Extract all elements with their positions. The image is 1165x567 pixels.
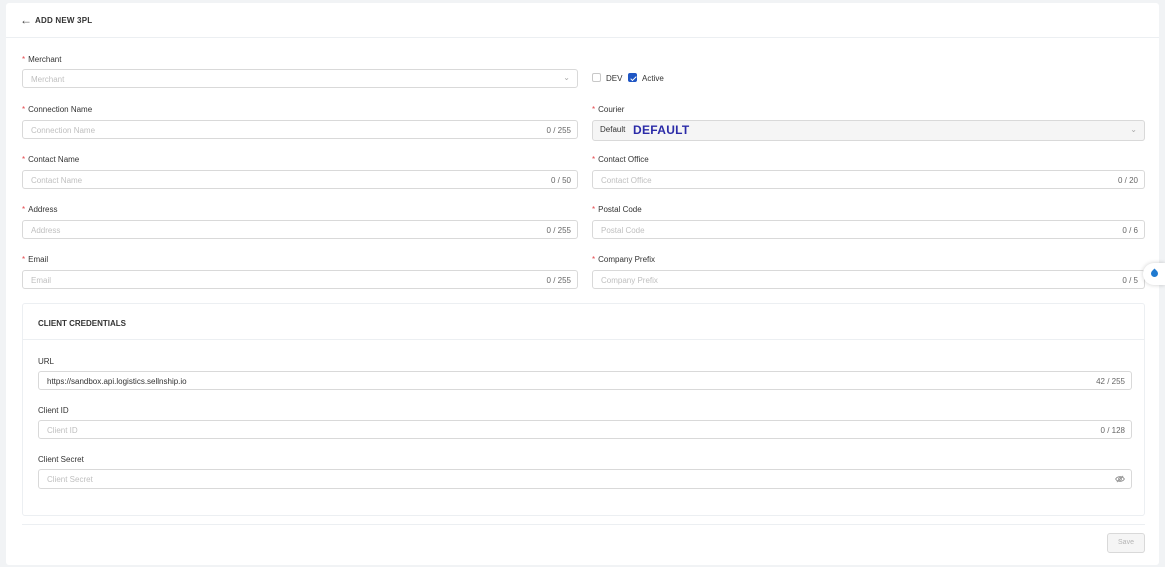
contact-name-label: * Contact Name: [22, 155, 80, 164]
courier-label: * Courier: [592, 105, 625, 114]
url-input[interactable]: https://sandbox.api.logistics.sellnship.…: [38, 371, 1132, 390]
company-prefix-input[interactable]: Company Prefix 0 / 5: [592, 270, 1145, 289]
courier-select[interactable]: Default DEFAULT ⌄: [592, 120, 1145, 141]
address-input[interactable]: Address 0 / 255: [22, 220, 578, 239]
add-3pl-card: ← ADD NEW 3PL * Merchant Merchant ⌄ DEV A…: [6, 3, 1159, 565]
postal-code-counter: 0 / 6: [1122, 226, 1138, 235]
client-credentials-section: CLIENT CREDENTIALS URL https://sandbox.a…: [22, 303, 1145, 516]
company-prefix-label: * Company Prefix: [592, 255, 656, 264]
connection-name-label: * Connection Name: [22, 105, 93, 114]
postal-code-label: * Postal Code: [592, 205, 642, 214]
merchant-label: * Merchant: [22, 55, 62, 64]
eye-invisible-icon[interactable]: [1115, 474, 1125, 484]
url-label: URL: [38, 357, 55, 366]
save-button[interactable]: Save: [1107, 533, 1145, 553]
floating-assistant-button[interactable]: [1143, 263, 1165, 285]
dev-checkbox[interactable]: [592, 73, 601, 82]
connection-name-counter: 0 / 255: [546, 126, 571, 135]
client-credentials-header: CLIENT CREDENTIALS: [23, 304, 1144, 340]
company-prefix-counter: 0 / 5: [1122, 276, 1138, 285]
postal-code-input[interactable]: Postal Code 0 / 6: [592, 220, 1145, 239]
contact-office-counter: 0 / 20: [1117, 176, 1138, 185]
contact-office-input[interactable]: Contact Office 0 / 20: [592, 170, 1145, 189]
chevron-down-icon: ⌄: [563, 73, 570, 82]
contact-name-input[interactable]: Contact Name 0 / 50: [22, 170, 578, 189]
email-label: * Email: [22, 255, 49, 264]
email-counter: 0 / 255: [546, 276, 571, 285]
active-checkbox-label: Active: [642, 74, 664, 83]
contact-name-counter: 0 / 50: [550, 176, 571, 185]
url-value: https://sandbox.api.logistics.sellnship.…: [47, 377, 187, 386]
dev-checkbox-label: DEV: [606, 74, 623, 83]
address-counter: 0 / 255: [546, 226, 571, 235]
client-id-input[interactable]: Client ID 0 / 128: [38, 420, 1132, 439]
courier-value-code: DEFAULT: [633, 123, 690, 137]
client-credentials-title: CLIENT CREDENTIALS: [38, 319, 126, 328]
page-header: ← ADD NEW 3PL: [6, 3, 1159, 38]
client-id-label: Client ID: [38, 406, 69, 415]
footer-divider: [22, 524, 1145, 525]
page-title: ADD NEW 3PL: [35, 16, 93, 25]
email-input[interactable]: Email 0 / 255: [22, 270, 578, 289]
merchant-select[interactable]: Merchant ⌄: [22, 69, 578, 88]
droplet-icon: [1149, 268, 1160, 279]
courier-value-prefix: Default: [600, 125, 626, 134]
arrow-left-icon[interactable]: ←: [20, 13, 32, 27]
client-secret-input[interactable]: Client Secret: [38, 469, 1132, 489]
chevron-down-icon: ⌄: [1130, 125, 1137, 134]
active-checkbox[interactable]: [628, 73, 637, 82]
address-label: * Address: [22, 205, 58, 214]
connection-name-input[interactable]: Connection Name 0 / 255: [22, 120, 578, 139]
url-counter: 42 / 255: [1096, 377, 1125, 386]
client-secret-label: Client Secret: [38, 455, 84, 464]
client-id-counter: 0 / 128: [1100, 426, 1125, 435]
contact-office-label: * Contact Office: [592, 155, 649, 164]
